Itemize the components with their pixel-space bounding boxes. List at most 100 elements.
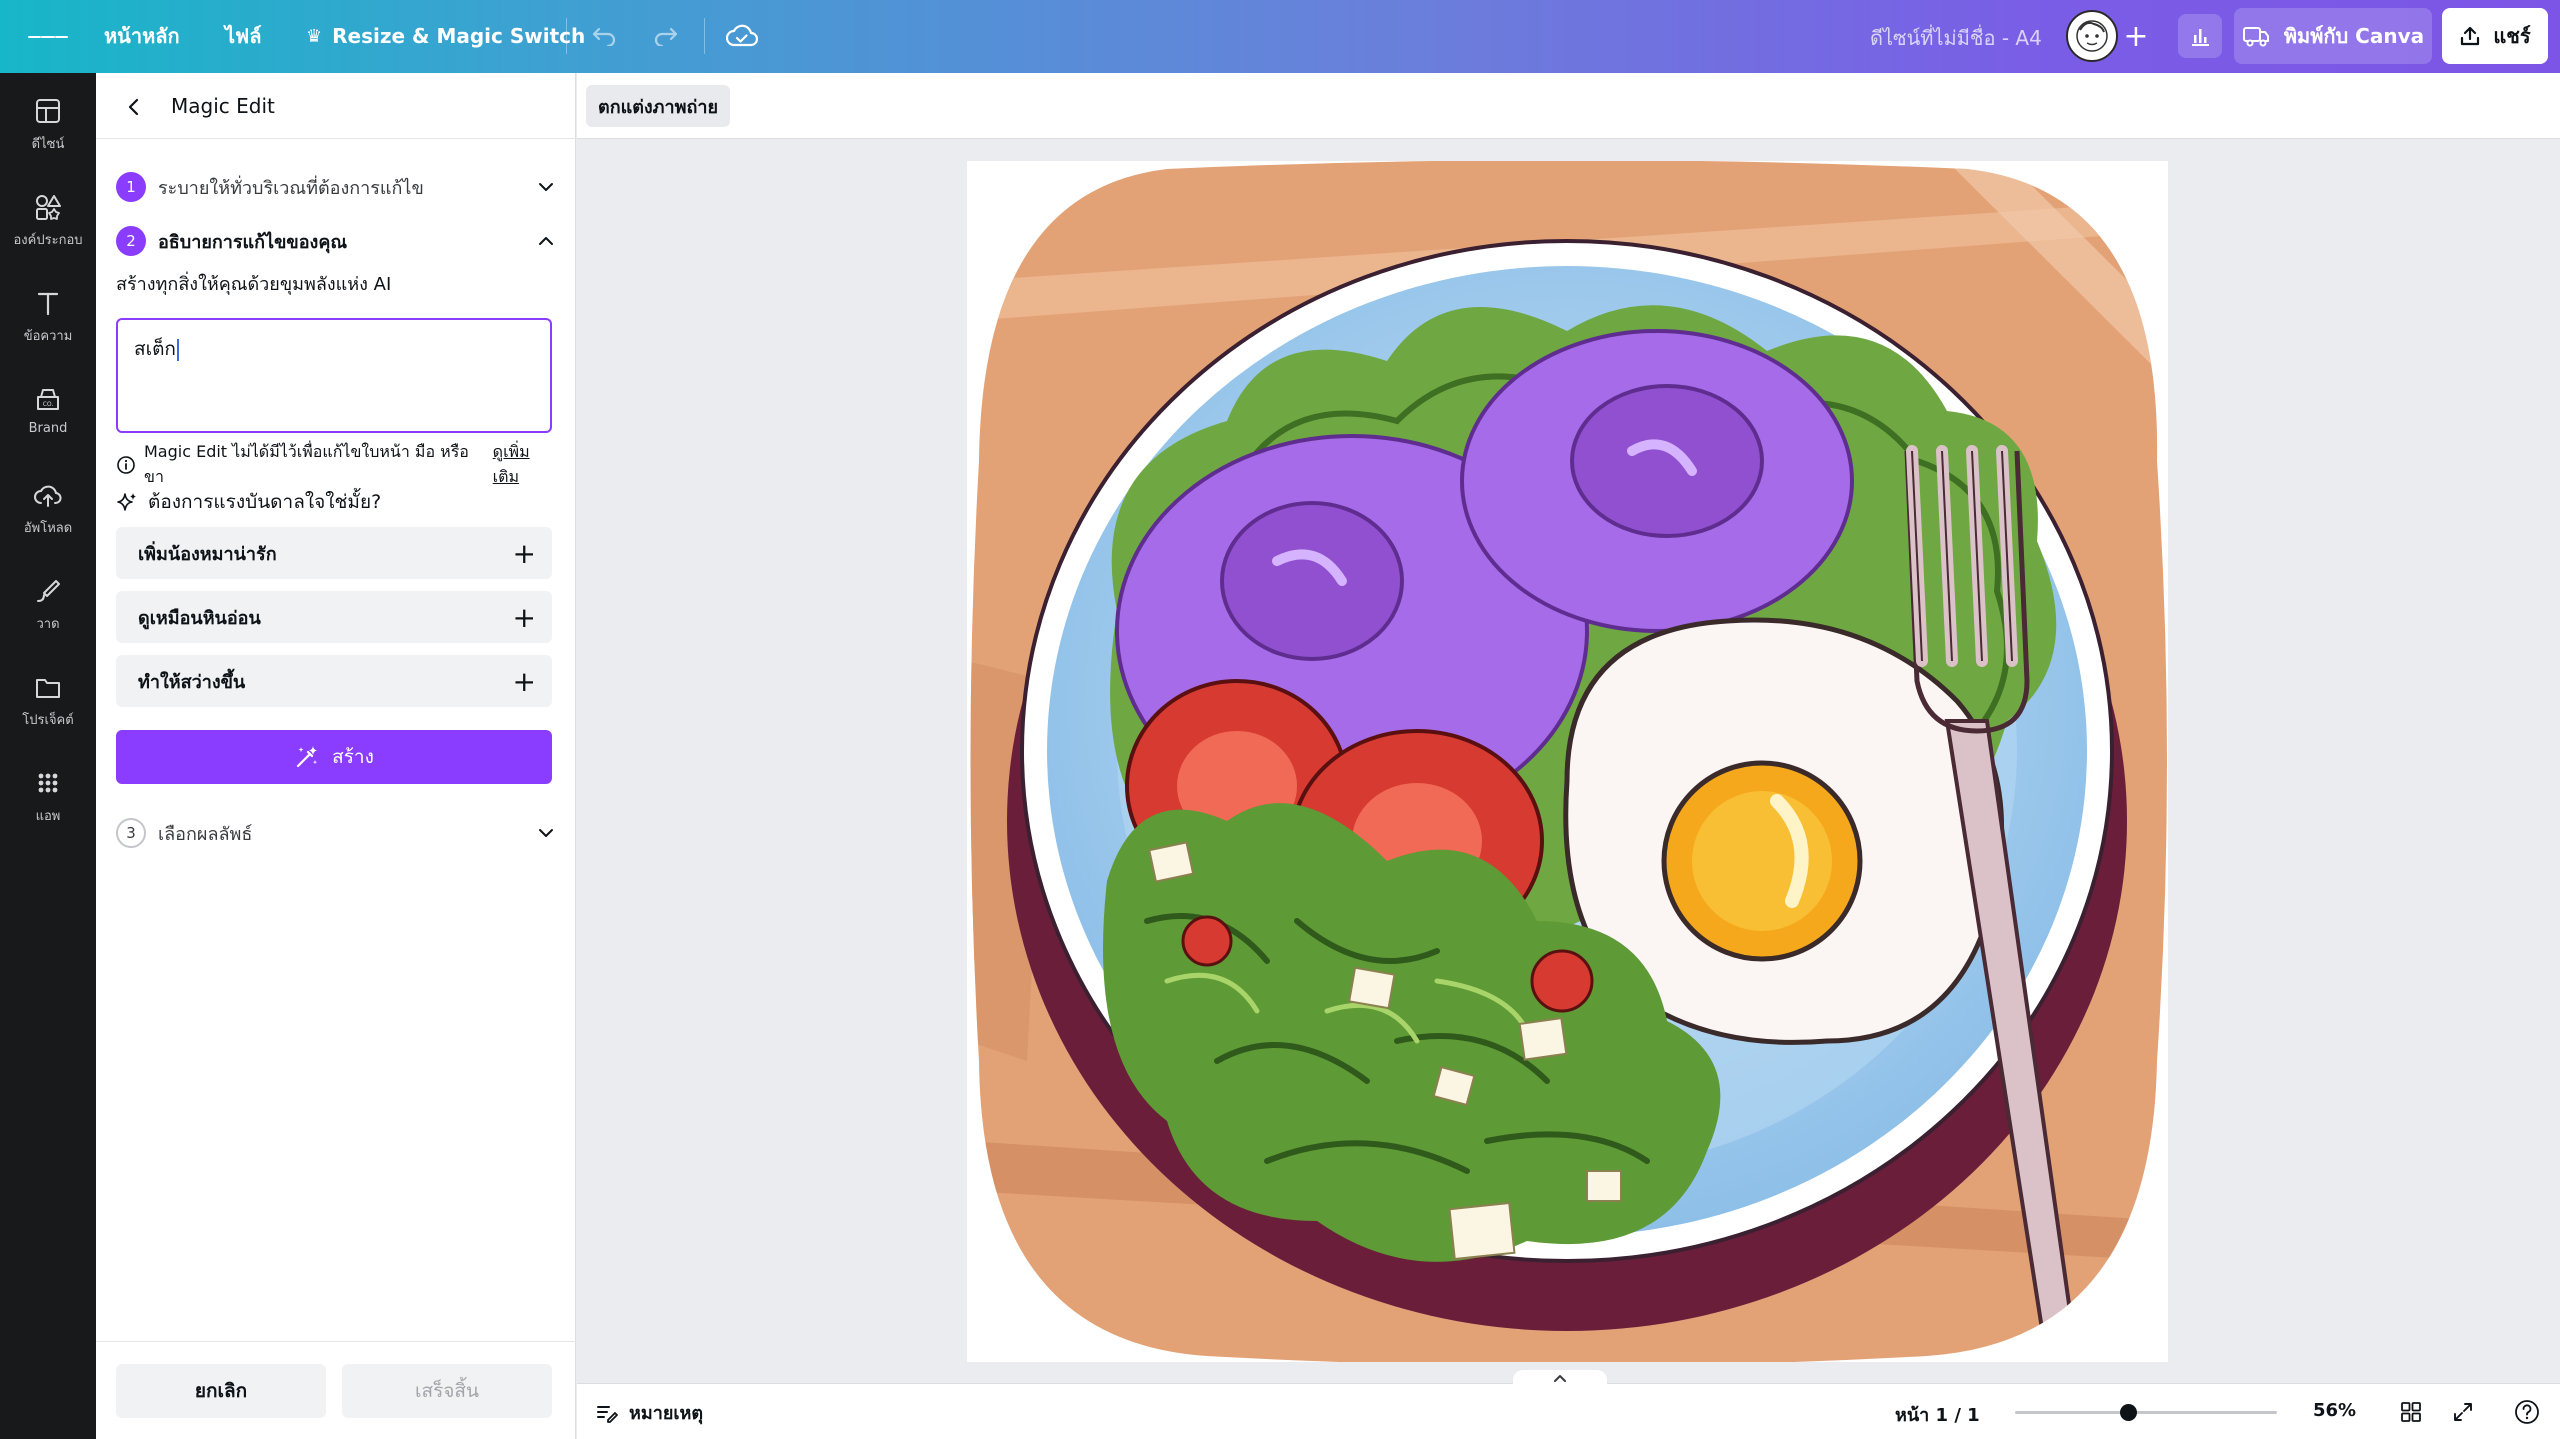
zoom-level[interactable]: 56% xyxy=(2313,1400,2356,1421)
step-number: 2 xyxy=(116,226,146,256)
rail-item-elements[interactable]: องค์ประกอบ xyxy=(0,191,96,271)
bottom-bar: หมายเหตุ หน้า 1 / 1 56% xyxy=(577,1370,2560,1439)
avatar[interactable] xyxy=(2066,10,2118,62)
grid-view-button[interactable] xyxy=(2397,1398,2425,1426)
info-icon xyxy=(117,456,135,474)
panel-header: Magic Edit xyxy=(96,73,576,139)
info-notice: Magic Edit ไม่ได้มีไว้เพื่อแก้ไขใบหน้า ม… xyxy=(116,440,556,490)
create-label: สร้าง xyxy=(332,746,374,768)
panel-title: Magic Edit xyxy=(171,94,275,118)
cloud-save-button[interactable] xyxy=(724,18,760,54)
edit-photo-button[interactable]: ตกแต่งภาพถ่าย xyxy=(586,85,731,127)
info-text: Magic Edit ไม่ได้มีไว้เพื่อแก้ไขใบหน้า ม… xyxy=(144,442,469,486)
folder-icon xyxy=(36,679,60,698)
rail-item-apps[interactable]: แอพ xyxy=(0,767,96,847)
undo-button[interactable] xyxy=(586,20,622,52)
suggestion-item[interactable]: ทำให้สว่างขึ้น + xyxy=(116,655,552,707)
top-bar: หน้าหลัก ไฟล์ ♛ Resize & Magic Switch ดี… xyxy=(0,0,2560,73)
redo-button[interactable] xyxy=(648,20,684,52)
help-button[interactable] xyxy=(2513,1398,2541,1426)
crown-icon: ♛ xyxy=(306,25,323,47)
insights-button[interactable] xyxy=(2178,14,2222,58)
design-page[interactable] xyxy=(967,161,2168,1362)
prompt-input[interactable]: สเต็ก xyxy=(116,318,552,433)
page-indicator[interactable]: หน้า 1 / 1 xyxy=(1895,1400,1980,1429)
magic-edit-panel: Magic Edit 1 ระบายให้ทั่วบริเวณที่ต้องกา… xyxy=(96,73,576,1439)
fullscreen-button[interactable] xyxy=(2449,1398,2477,1426)
step-label: อธิบายการแก้ไขของคุณ xyxy=(158,231,348,253)
cancel-button[interactable]: ยกเลิก xyxy=(116,1364,326,1418)
text-caret xyxy=(176,338,179,361)
rail-item-text[interactable]: ข้อความ xyxy=(0,287,96,367)
home-button[interactable]: หน้าหลัก xyxy=(104,20,180,52)
step-2-header[interactable]: 2 อธิบายการแก้ไขของคุณ xyxy=(116,223,556,259)
rail-item-brand[interactable]: CO. Brand xyxy=(0,383,96,463)
panel-footer: ยกเลิก เสร็จสิ้น xyxy=(96,1341,576,1439)
bar-chart-icon xyxy=(2192,29,2209,46)
print-with-canva-button[interactable]: พิมพ์กับ Canva xyxy=(2234,8,2432,64)
plus-icon: + xyxy=(512,536,536,570)
share-label: แชร์ xyxy=(2493,24,2531,48)
sparkle-icon xyxy=(117,493,136,511)
notes-button[interactable]: หมายเหตุ xyxy=(595,1398,703,1427)
create-button[interactable]: สร้าง xyxy=(116,730,552,784)
resize-label: Resize & Magic Switch xyxy=(332,24,586,48)
truck-icon xyxy=(2242,27,2269,47)
back-button[interactable] xyxy=(118,91,150,123)
chevron-left-icon xyxy=(128,98,139,116)
chevron-down-icon xyxy=(539,829,553,837)
pages-drawer-handle[interactable] xyxy=(1513,1370,1607,1386)
upload-icon xyxy=(34,485,62,507)
rail-label: อัพโหลด xyxy=(23,521,73,536)
step-2-subtitle: สร้างทุกสิ่งให้คุณด้วยขุมพลังแห่ง AI xyxy=(116,274,392,295)
chevron-up-icon xyxy=(1554,1375,1566,1382)
rail-item-projects[interactable]: โปรเจ็คต์ xyxy=(0,671,96,751)
learn-more-link[interactable]: ดูเพิ่มเติม xyxy=(493,440,556,490)
zoom-slider-thumb[interactable] xyxy=(2119,1404,2137,1421)
rail-item-design[interactable]: ดีไซน์ xyxy=(0,95,96,175)
rail-label: โปรเจ็คต์ xyxy=(22,713,74,728)
done-button[interactable]: เสร็จสิ้น xyxy=(342,1364,552,1418)
rail-label: ดีไซน์ xyxy=(31,137,65,152)
canvas-area xyxy=(577,139,2560,1383)
share-button[interactable]: แชร์ xyxy=(2442,8,2548,64)
step-label: เลือกผลลัพธ์ xyxy=(158,823,253,845)
zoom-slider[interactable] xyxy=(2015,1404,2277,1421)
step-label: ระบายให้ทั่วบริเวณที่ต้องการแก้ไข xyxy=(158,177,424,199)
add-collaborator-button[interactable]: + xyxy=(2118,18,2154,54)
svg-text:CO.: CO. xyxy=(43,401,54,408)
suggestion-item[interactable]: เพิ่มน้องหมาน่ารัก + xyxy=(116,527,552,579)
suggestion-label: เพิ่มน้องหมาน่ารัก xyxy=(138,543,277,565)
resize-magic-switch-button[interactable]: ♛ Resize & Magic Switch xyxy=(306,20,585,52)
apps-icon xyxy=(38,773,58,793)
context-toolbar: ตกแต่งภาพถ่าย xyxy=(577,73,2560,139)
text-icon xyxy=(37,292,59,316)
avatar-face-icon xyxy=(2076,20,2108,52)
expand-icon xyxy=(2454,1403,2472,1421)
divider xyxy=(704,18,705,54)
document-title[interactable]: ดีไซน์ที่ไม่มีชื่อ - A4 xyxy=(1870,22,2042,54)
file-menu-button[interactable]: ไฟล์ xyxy=(225,20,261,52)
brand-icon: CO. xyxy=(37,389,59,410)
notes-label: หมายเหตุ xyxy=(629,1403,704,1424)
rail-item-upload[interactable]: อัพโหลด xyxy=(0,479,96,559)
undo-icon xyxy=(592,27,616,46)
salad-photo[interactable] xyxy=(967,161,2168,1362)
notes-icon xyxy=(597,1405,618,1423)
menu-icon[interactable] xyxy=(28,22,68,52)
plus-icon: + xyxy=(2123,18,2149,54)
cloud-check-icon xyxy=(726,24,758,47)
inspiration-heading: ต้องการแรงบันดาลใจใช่มั้ย? xyxy=(116,487,381,517)
draw-icon xyxy=(37,580,60,602)
rail-item-draw[interactable]: วาด xyxy=(0,575,96,655)
suggestion-item[interactable]: ดูเหมือนหินอ่อน + xyxy=(116,591,552,643)
step-1-header[interactable]: 1 ระบายให้ทั่วบริเวณที่ต้องการแก้ไข xyxy=(116,169,556,205)
plus-icon: + xyxy=(512,664,536,698)
step-3-header[interactable]: 3 เลือกผลลัพธ์ xyxy=(116,815,556,851)
divider xyxy=(566,18,567,54)
step-number: 3 xyxy=(116,818,146,848)
rail-label: Brand xyxy=(28,421,68,436)
print-label: พิมพ์กับ Canva xyxy=(2283,24,2425,48)
plus-icon: + xyxy=(512,600,536,634)
chevron-up-icon xyxy=(539,237,553,245)
